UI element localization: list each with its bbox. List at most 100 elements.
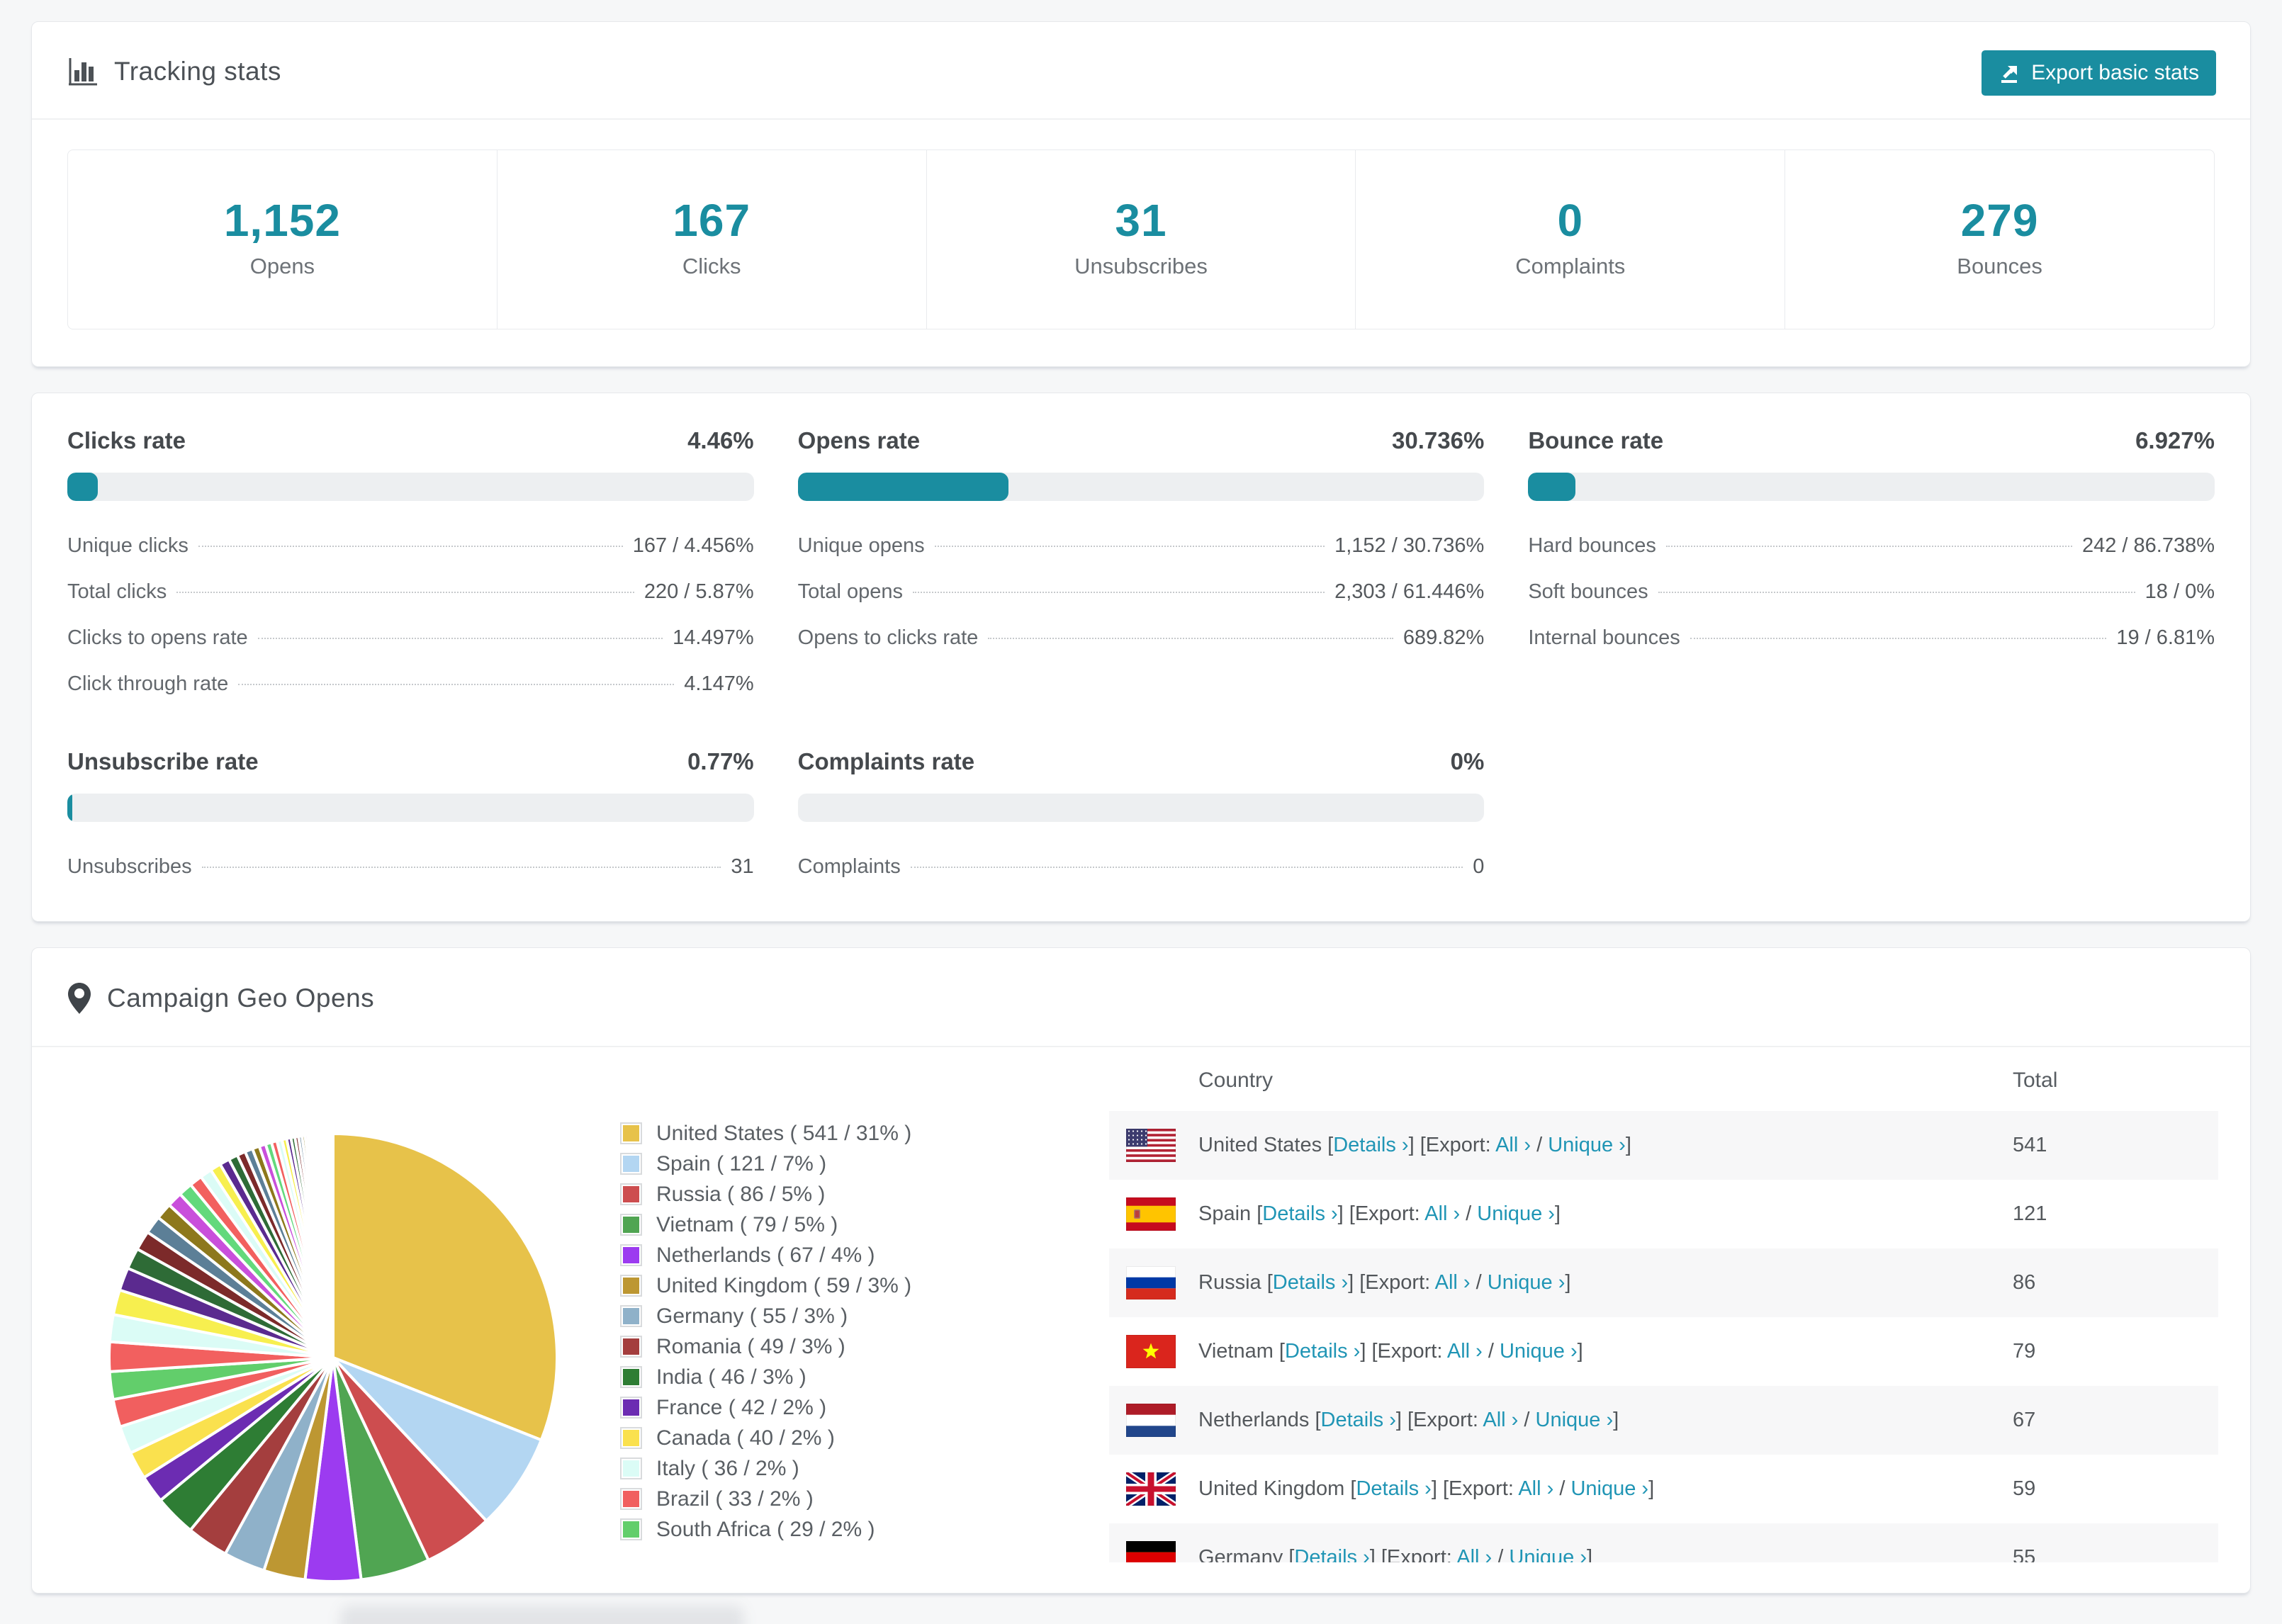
rate-rows: Hard bounces 242 / 86.738% Soft bounces 18 … <box>1528 532 2215 651</box>
pie-svg <box>108 1132 558 1584</box>
details-link[interactable]: Details › <box>1294 1546 1369 1562</box>
rate-row: Soft bounces 18 / 0% <box>1528 578 2215 605</box>
rate-row-label: Unique clicks <box>67 534 189 557</box>
progress-bar <box>67 794 754 822</box>
slash: / <box>1518 1409 1536 1431</box>
export-basic-stats-button[interactable]: Export basic stats <box>1982 50 2216 96</box>
country-cell-td: Russia [Details ›] [Export: All › / Uniq… <box>1109 1248 2013 1317</box>
legend-swatch <box>620 1275 642 1297</box>
dotted-leader <box>1690 638 2107 639</box>
details-link[interactable]: Details › <box>1285 1340 1360 1363</box>
rate-row-label: Unique opens <box>797 534 925 557</box>
rate-block: Bounce rate 6.927% Hard bounces 242 / 86.73… <box>1528 427 2215 697</box>
export-label: [Export: <box>1420 1134 1496 1156</box>
flag-gb <box>1126 1472 1176 1506</box>
rate-row-label: Total opens <box>797 580 903 603</box>
export-unique-link[interactable]: Unique › <box>1500 1340 1578 1363</box>
rate-block: Opens rate 30.736% Unique opens 1,152 / 30.… <box>797 427 1485 697</box>
details-link[interactable]: Details › <box>1321 1409 1396 1431</box>
country-cell: Spain [Details ›] [Export: All › / Uniqu… <box>1109 1197 2013 1231</box>
export-all-link[interactable]: All › <box>1435 1271 1471 1294</box>
flag-us <box>1126 1129 1176 1162</box>
export-unique-link[interactable]: Unique › <box>1548 1134 1626 1156</box>
export-unique-link[interactable]: Unique › <box>1536 1409 1614 1431</box>
legend-swatch <box>620 1305 642 1327</box>
export-all-link[interactable]: All › <box>1424 1202 1460 1225</box>
dotted-leader <box>238 684 675 685</box>
country-name: United States <box>1198 1134 1328 1156</box>
legend-swatch <box>620 1153 642 1175</box>
bracket-close: ] <box>1613 1409 1619 1431</box>
legend-swatch <box>620 1244 642 1266</box>
rate-row-label: Click through rate <box>67 672 229 695</box>
legend-swatch <box>620 1488 642 1510</box>
rate-row-value: 0 <box>1473 855 1485 878</box>
rate-row: Opens to clicks rate 689.82% <box>798 624 1485 651</box>
rate-block-header: Opens rate 30.736% <box>798 427 1485 454</box>
rate-value: 0.77% <box>687 748 754 774</box>
legend-swatch <box>620 1518 642 1540</box>
legend-label: India ( 46 / 3% ) <box>656 1365 806 1389</box>
export-unique-link[interactable]: Unique › <box>1488 1271 1566 1294</box>
export-label: [Export: <box>1371 1340 1447 1363</box>
flag-nl <box>1126 1404 1176 1437</box>
country-cell-td: United States [Details ›] [Export: All ›… <box>1109 1111 2013 1180</box>
summary-stat-value: 1,152 <box>223 195 341 246</box>
bracket-close: ] <box>1395 1409 1407 1431</box>
table-row-nl: Netherlands [Details ›] [Export: All › /… <box>1109 1386 2218 1455</box>
export-all-link[interactable]: All › <box>1447 1340 1483 1363</box>
slash: / <box>1492 1546 1510 1562</box>
details-link[interactable]: Details › <box>1262 1202 1337 1225</box>
legend-item: Germany ( 55 / 3% ) <box>620 1301 1109 1331</box>
geo-card-title: Campaign Geo Opens <box>67 982 2215 1015</box>
bracket-close: ] <box>1337 1202 1349 1225</box>
legend-label: Italy ( 36 / 2% ) <box>656 1456 799 1480</box>
details-link[interactable]: Details › <box>1356 1477 1431 1500</box>
country-cell: United Kingdom [Details ›] [Export: All … <box>1109 1472 2013 1506</box>
summary-stats-row: 1,152 Opens 167 Clicks 31 Unsubscribes 0 Compla… <box>67 150 2215 329</box>
legend-label: United Kingdom ( 59 / 3% ) <box>656 1273 912 1297</box>
legend-label: Netherlands ( 67 / 4% ) <box>656 1243 875 1267</box>
table-row-de: Germany [Details ›] [Export: All › / Uni… <box>1109 1523 2218 1562</box>
legend-label: Germany ( 55 / 3% ) <box>656 1304 848 1328</box>
rate-row: Clicks to opens rate 14.497% <box>67 624 754 651</box>
details-link[interactable]: Details › <box>1333 1134 1408 1156</box>
legend-label: France ( 42 / 2% ) <box>656 1395 827 1419</box>
export-all-link[interactable]: All › <box>1483 1409 1518 1431</box>
export-all-link[interactable]: All › <box>1495 1134 1531 1156</box>
export-all-link[interactable]: All › <box>1518 1477 1553 1500</box>
country-cell-td: United Kingdom [Details ›] [Export: All … <box>1109 1455 2013 1523</box>
summary-stat: 0 Complaints <box>1356 150 1786 329</box>
total-cell: 59 <box>2013 1477 2036 1500</box>
summary-stat-value: 279 <box>1960 195 2039 246</box>
dotted-leader <box>1665 546 2072 547</box>
export-unique-link[interactable]: Unique › <box>1477 1202 1555 1225</box>
rate-row: Total clicks 220 / 5.87% <box>67 578 754 605</box>
legend-color <box>623 1217 639 1233</box>
rate-row-label: Internal bounces <box>1528 626 1680 649</box>
country-name: United Kingdom <box>1198 1477 1351 1500</box>
legend-label: South Africa ( 29 / 2% ) <box>656 1517 875 1541</box>
country-text: Spain [Details ›] [Export: All › / Uniqu… <box>1198 1202 1561 1226</box>
rate-row-value: 167 / 4.456% <box>632 534 754 557</box>
legend-item: India ( 46 / 3% ) <box>620 1362 1109 1392</box>
export-unique-link[interactable]: Unique › <box>1570 1477 1648 1500</box>
bracket-close: ] <box>1348 1271 1360 1294</box>
rate-value: 0% <box>1450 748 1485 774</box>
rate-row: Complaints 0 <box>798 853 1485 880</box>
export-unique-link[interactable]: Unique › <box>1509 1546 1587 1562</box>
summary-stat-value: 0 <box>1557 195 1584 246</box>
dotted-leader <box>201 867 721 868</box>
rate-value: 30.736% <box>1392 427 1485 453</box>
slash: / <box>1460 1202 1478 1225</box>
summary-stat-label: Complaints <box>1515 254 1626 278</box>
geo-table-wrap[interactable]: Country Total United States [Details ›] … <box>1109 1047 2218 1562</box>
tracking-stats-card: Tracking stats Export basic stats 1,152 O… <box>31 21 2251 367</box>
hidden-bottom-element <box>340 1606 744 1624</box>
export-all-link[interactable]: All › <box>1456 1546 1492 1562</box>
bracket-close: ] <box>1625 1134 1631 1156</box>
legend-color <box>623 1186 639 1202</box>
details-link[interactable]: Details › <box>1273 1271 1348 1294</box>
legend-swatch <box>620 1214 642 1236</box>
legend-item: Spain ( 121 / 7% ) <box>620 1149 1109 1179</box>
